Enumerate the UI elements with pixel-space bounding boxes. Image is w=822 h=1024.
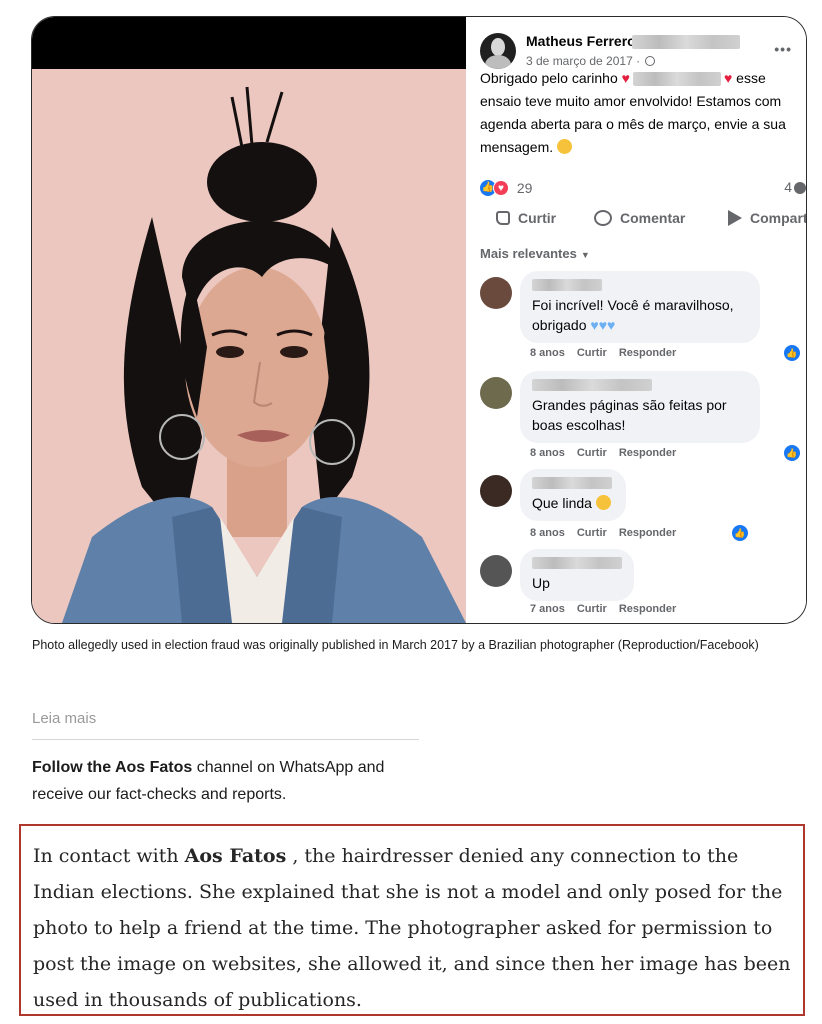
quote-lead: In contact with <box>33 845 179 867</box>
comment-like-link[interactable]: Curtir <box>577 603 607 615</box>
comment-text: Que linda <box>532 495 592 511</box>
commenter-avatar[interactable] <box>480 277 512 309</box>
blue-heart-icon: ♥♥♥ <box>590 317 616 333</box>
comment-like-link[interactable]: Curtir <box>577 527 607 539</box>
blurred-commenter-name <box>532 477 612 489</box>
post-date-text: 3 de março de 2017 · <box>526 54 641 68</box>
author-avatar[interactable] <box>480 33 516 69</box>
comment-like-reaction-icon: 👍 <box>784 445 800 461</box>
commenter-avatar[interactable] <box>480 555 512 587</box>
comment-bubble-icon <box>794 182 806 195</box>
comment-meta: 7 anos Curtir Responder <box>530 603 688 615</box>
comment-meta: 8 anos Curtir Responder <box>530 527 688 539</box>
comment-bubble: Que linda <box>520 469 626 521</box>
comment-bubble: Foi incrível! Você é maravilhoso, obriga… <box>520 271 760 343</box>
share-icon <box>728 210 742 226</box>
heart-icon: ♥ <box>723 70 733 86</box>
smile-emoji-icon <box>557 139 573 154</box>
comment-like-link[interactable]: Curtir <box>577 347 607 359</box>
comment-reply-link[interactable]: Responder <box>619 603 676 615</box>
quote-bold: Aos Fatos <box>184 845 287 867</box>
comment-meta: 8 anos Curtir Responder <box>530 347 688 359</box>
smile-emoji-icon <box>595 495 611 510</box>
comment-meta: 8 anos Curtir Responder <box>530 447 688 459</box>
post-text-part1: Obrigado pelo carinho <box>480 70 618 86</box>
like-button[interactable]: Curtir <box>496 210 556 226</box>
comment-reply-link[interactable]: Responder <box>619 527 676 539</box>
comment-button-label: Comentar <box>620 210 686 226</box>
comment-sort-dropdown[interactable]: Mais relevantes ▼ <box>480 246 590 261</box>
share-button[interactable]: Compartilha <box>728 210 806 226</box>
comment-button[interactable]: Comentar <box>594 210 685 226</box>
comment-time: 7 anos <box>530 603 565 615</box>
comment-text: Up <box>532 575 550 591</box>
comment-bubble: Grandes páginas são feitas por boas esco… <box>520 371 760 443</box>
comment-time: 8 anos <box>530 527 565 539</box>
share-button-label: Compartilha <box>750 210 806 226</box>
blurred-name <box>632 35 740 49</box>
comment-time: 8 anos <box>530 447 565 459</box>
comment-text: Grandes páginas são feitas por boas esco… <box>532 397 727 433</box>
post-date[interactable]: 3 de março de 2017 · <box>526 54 656 68</box>
thumb-icon <box>496 211 510 225</box>
comment-text: Foi incrível! Você é maravilhoso, obriga… <box>532 297 734 333</box>
comment-like-reaction-icon: 👍 <box>784 345 800 361</box>
post-side-panel: Matheus Ferrero 3 de março de 2017 · •••… <box>466 17 806 623</box>
commenter-avatar[interactable] <box>480 475 512 507</box>
read-more-heading[interactable]: Leia mais <box>32 710 96 727</box>
love-reaction-icon: ♥ <box>493 180 509 197</box>
author-name[interactable]: Matheus Ferrero <box>526 33 636 49</box>
globe-icon <box>645 56 656 66</box>
bubble-icon <box>594 210 612 226</box>
whatsapp-promo[interactable]: Follow the Aos Fatos channel on WhatsApp… <box>32 754 412 808</box>
commenter-avatar[interactable] <box>480 377 512 409</box>
comment-reply-link[interactable]: Responder <box>619 347 676 359</box>
post-photo <box>32 17 466 623</box>
comment-reply-link[interactable]: Responder <box>619 447 676 459</box>
reactions-bar[interactable]: 👍 ♥ 29 4 <box>480 179 806 199</box>
comment-bubble: Up <box>520 549 634 601</box>
facebook-post-screenshot: Matheus Ferrero 3 de março de 2017 · •••… <box>31 16 807 624</box>
like-button-label: Curtir <box>518 210 557 226</box>
blurred-commenter-name <box>532 279 602 291</box>
highlighted-paragraph: In contact with Aos Fatos , the hairdres… <box>19 824 805 1016</box>
comment-count-value: 4 <box>784 179 792 195</box>
chevron-down-icon: ▼ <box>580 250 590 260</box>
sort-label: Mais relevantes <box>480 246 577 261</box>
more-options-icon[interactable]: ••• <box>774 41 792 57</box>
blurred-mention <box>632 72 721 87</box>
post-actions: Curtir Comentar Compartilha <box>496 210 806 234</box>
comment-like-link[interactable]: Curtir <box>577 447 607 459</box>
quote-rest: , the hairdresser denied any connection … <box>33 845 791 1011</box>
blurred-commenter-name <box>532 379 652 391</box>
photo-caption: Photo allegedly used in election fraud w… <box>32 638 759 652</box>
divider <box>32 739 419 740</box>
comment-like-reaction-icon: 👍 <box>732 525 748 541</box>
comment-time: 8 anos <box>530 347 565 359</box>
post-text: Obrigado pelo carinho ♥ ♥ esse ensaio tev… <box>480 67 796 159</box>
blurred-commenter-name <box>532 557 622 569</box>
whatsapp-promo-bold: Follow the Aos Fatos <box>32 759 193 776</box>
heart-icon: ♥ <box>621 70 630 86</box>
comment-count[interactable]: 4 <box>784 179 806 195</box>
reaction-count: 29 <box>516 180 533 197</box>
